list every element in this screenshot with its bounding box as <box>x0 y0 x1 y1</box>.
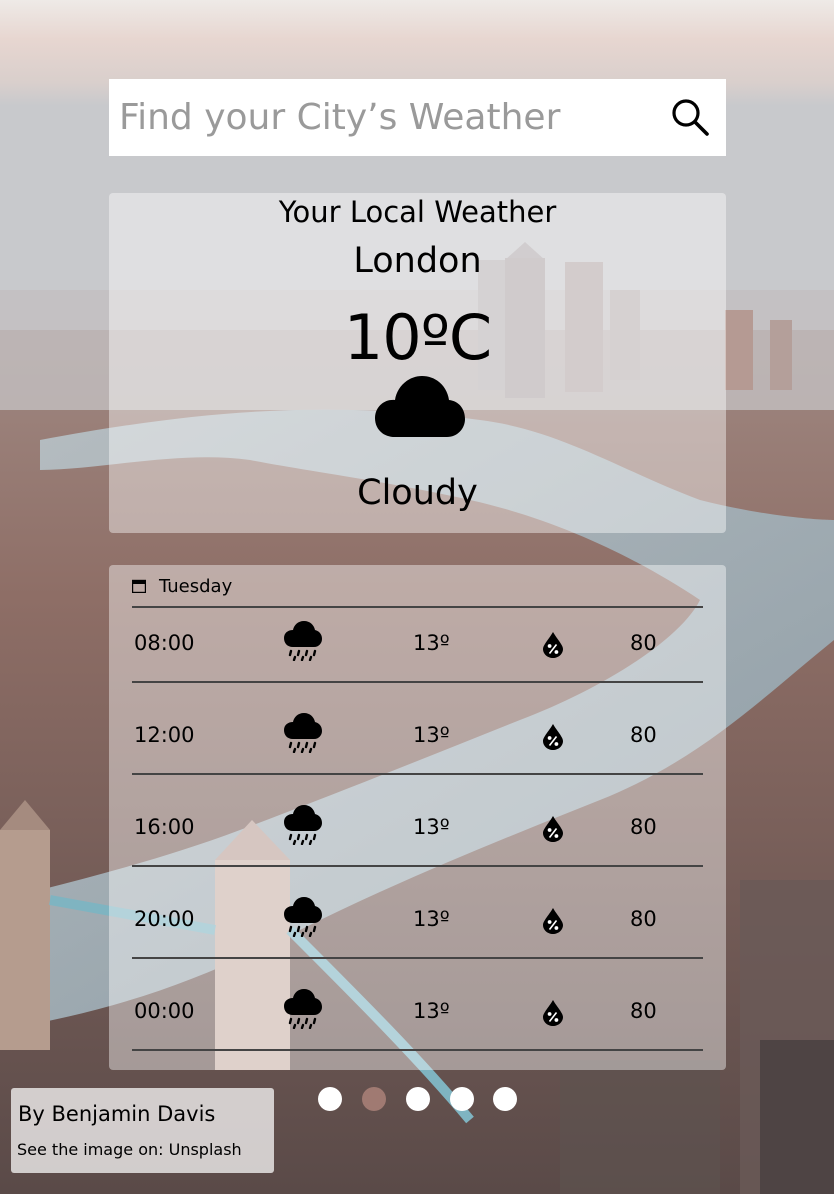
forecast-temperature: 13º <box>413 815 450 839</box>
rain-cloud-icon <box>284 989 322 1029</box>
current-weather-heading: Your Local Weather <box>278 195 557 229</box>
divider <box>132 1049 703 1051</box>
forecast-humidity: 80 <box>630 631 657 655</box>
search-input[interactable] <box>109 79 649 156</box>
pagination-dot-1[interactable] <box>318 1087 342 1111</box>
forecast-humidity: 80 <box>630 723 657 747</box>
search-bar <box>109 79 726 156</box>
pagination-dot-4[interactable] <box>450 1087 474 1111</box>
rain-cloud-icon <box>284 713 322 753</box>
forecast-row: 00:00 13º 80 <box>132 947 703 1051</box>
cloud-icon <box>375 376 465 437</box>
photo-source: See the image on: Unsplash <box>17 1140 242 1159</box>
rain-cloud-icon <box>284 897 322 937</box>
photo-source-label: See the image on: <box>17 1140 169 1159</box>
humidity-drop-icon <box>543 908 563 934</box>
humidity-drop-icon <box>543 1000 563 1026</box>
pagination-dot-3[interactable] <box>406 1087 430 1111</box>
forecast-humidity: 80 <box>630 999 657 1023</box>
forecast-row: 08:00 13º 80 <box>132 579 703 683</box>
rain-cloud-icon <box>284 805 322 845</box>
current-weather-card: Your Local Weather London 10ºC Cloudy <box>109 193 726 533</box>
pagination-dot-2[interactable] <box>362 1087 386 1111</box>
rain-cloud-icon <box>284 621 322 661</box>
pagination-dots <box>318 1087 518 1111</box>
forecast-row: 20:00 13º 80 <box>132 855 703 959</box>
unsplash-link[interactable]: Unsplash <box>169 1140 242 1159</box>
humidity-drop-icon <box>543 724 563 750</box>
city-name: London <box>353 241 482 281</box>
photo-author: By Benjamin Davis <box>18 1102 216 1126</box>
pagination-dot-5[interactable] <box>493 1087 517 1111</box>
forecast-time: 00:00 <box>134 999 195 1023</box>
current-condition: Cloudy <box>357 473 478 513</box>
forecast-humidity: 80 <box>630 815 657 839</box>
humidity-drop-icon <box>543 816 563 842</box>
current-temperature: 10ºC <box>343 301 492 374</box>
humidity-drop-icon <box>543 632 563 658</box>
forecast-humidity: 80 <box>630 907 657 931</box>
forecast-temperature: 13º <box>413 907 450 931</box>
forecast-temperature: 13º <box>413 631 450 655</box>
search-icon[interactable] <box>670 97 712 139</box>
forecast-time: 20:00 <box>134 907 195 931</box>
forecast-time: 16:00 <box>134 815 195 839</box>
forecast-temperature: 13º <box>413 723 450 747</box>
forecast-card: Tuesday 08:00 13º 80 12:00 13º 80 16:00 … <box>109 565 726 1070</box>
forecast-time: 12:00 <box>134 723 195 747</box>
forecast-row: 16:00 13º 80 <box>132 763 703 867</box>
forecast-temperature: 13º <box>413 999 450 1023</box>
forecast-time: 08:00 <box>134 631 195 655</box>
photo-credit: By Benjamin Davis See the image on: Unsp… <box>11 1088 274 1173</box>
forecast-row: 12:00 13º 80 <box>132 671 703 775</box>
